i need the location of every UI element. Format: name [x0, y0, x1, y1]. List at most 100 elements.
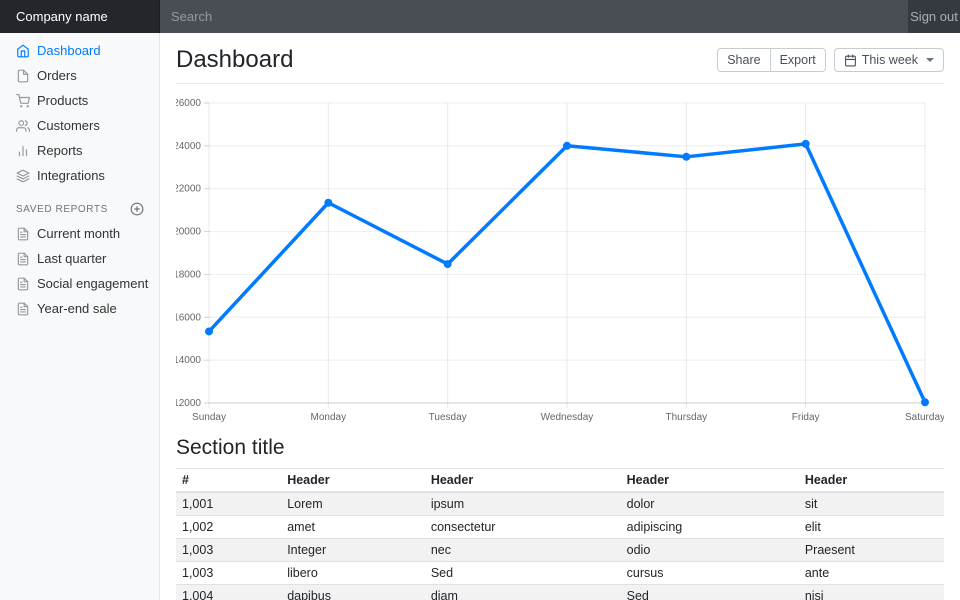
table-cell: amet	[281, 516, 425, 539]
sidebar-item-dashboard[interactable]: Dashboard	[0, 38, 160, 63]
table-cell: cursus	[621, 562, 799, 585]
table-cell: 1,003	[176, 562, 281, 585]
sidebar-item-label: Year-end sale	[37, 301, 117, 316]
table-header-cell: #	[176, 469, 281, 493]
table-cell: Integer	[281, 539, 425, 562]
layers-icon	[16, 169, 30, 183]
sign-out-link[interactable]: Sign out	[908, 0, 960, 33]
axis-tick-label: Sunday	[192, 412, 226, 422]
axis-tick-label: Monday	[311, 412, 347, 422]
sidebar-item-label: Last quarter	[37, 251, 106, 266]
table-cell: libero	[281, 562, 425, 585]
data-table: #HeaderHeaderHeaderHeader 1,001Loremipsu…	[176, 468, 944, 600]
plus-circle-icon	[130, 202, 144, 216]
sidebar-item-reports[interactable]: Reports	[0, 138, 160, 163]
axis-tick-label: 20000	[176, 227, 201, 238]
axis-tick-label: Saturday	[905, 412, 944, 422]
file-text-icon	[16, 277, 30, 291]
axis-tick-label: Thursday	[665, 412, 707, 422]
chart-data-point	[444, 260, 452, 268]
table-cell: Sed	[425, 562, 621, 585]
axis-tick-label: 14000	[176, 355, 201, 366]
week-dropdown-label: This week	[862, 52, 918, 68]
axis-tick-label: 24000	[176, 141, 201, 152]
file-text-icon	[16, 227, 30, 241]
bar-chart-icon	[16, 144, 30, 158]
chart-data-point	[563, 142, 571, 150]
add-report-button[interactable]	[130, 202, 144, 216]
table-header-cell: Header	[425, 469, 621, 493]
file-text-icon	[16, 302, 30, 316]
sidebar-nav: Dashboard Orders Products Customers Reports I…	[0, 38, 160, 188]
table-cell: ante	[799, 562, 944, 585]
search-input[interactable]	[160, 0, 908, 33]
table-cell: Sed	[621, 585, 799, 600]
saved-reports-heading: Saved reports	[0, 188, 160, 221]
table-cell: 1,002	[176, 516, 281, 539]
saved-report-social-engagement[interactable]: Social engagement	[0, 271, 160, 296]
table-cell: adipiscing	[621, 516, 799, 539]
saved-reports-nav: Current month Last quarter Social engageme…	[0, 221, 160, 321]
export-button[interactable]: Export	[770, 48, 826, 72]
table-cell: odio	[621, 539, 799, 562]
page-body: Dashboard Orders Products Customers Reports I…	[0, 33, 960, 600]
table-header-cell: Header	[281, 469, 425, 493]
table-cell: diam	[425, 585, 621, 600]
chart-data-point	[682, 153, 690, 161]
axis-tick-label: 12000	[176, 398, 201, 409]
top-navbar: Company name Sign out	[0, 0, 960, 33]
home-icon	[16, 44, 30, 58]
table-row: 1,004dapibusdiamSednisi	[176, 585, 944, 600]
table-row: 1,001Loremipsumdolorsit	[176, 492, 944, 516]
calendar-icon	[844, 54, 857, 67]
table-cell: nisi	[799, 585, 944, 600]
section-title: Section title	[176, 436, 944, 460]
table-cell: nec	[425, 539, 621, 562]
page-header: Dashboard Share Export This week	[176, 33, 944, 84]
main-content: Dashboard Share Export This week 12000 14…	[160, 33, 960, 600]
axis-tick-label: Wednesday	[541, 412, 594, 422]
sidebar-item-label: Customers	[37, 118, 100, 133]
sidebar-item-label: Reports	[37, 143, 83, 158]
table-cell: dapibus	[281, 585, 425, 600]
table-cell: consectetur	[425, 516, 621, 539]
axis-tick-label: Friday	[792, 412, 820, 422]
table-cell: Lorem	[281, 492, 425, 516]
sidebar-item-orders[interactable]: Orders	[0, 63, 160, 88]
axis-tick-label: 22000	[176, 184, 201, 195]
sidebar-item-label: Integrations	[37, 168, 105, 183]
caret-down-icon	[926, 58, 934, 62]
saved-reports-label: Saved reports	[16, 204, 108, 215]
chart-data-point	[802, 140, 810, 148]
sidebar-item-integrations[interactable]: Integrations	[0, 163, 160, 188]
sidebar-item-products[interactable]: Products	[0, 88, 160, 113]
sidebar-item-customers[interactable]: Customers	[0, 113, 160, 138]
share-export-group: Share Export	[717, 48, 826, 72]
table-cell: Praesent	[799, 539, 944, 562]
share-button[interactable]: Share	[717, 48, 770, 72]
table-cell: 1,004	[176, 585, 281, 600]
saved-report-last-quarter[interactable]: Last quarter	[0, 246, 160, 271]
file-icon	[16, 69, 30, 83]
sidebar-item-label: Current month	[37, 226, 120, 241]
brand[interactable]: Company name	[0, 0, 160, 33]
chart-data-point	[205, 327, 213, 335]
chart-canvas: 1200014000160001800020000220002400026000…	[176, 96, 944, 422]
sidebar-item-label: Products	[37, 93, 88, 108]
table-row: 1,003liberoSedcursusante	[176, 562, 944, 585]
week-dropdown-button[interactable]: This week	[834, 48, 944, 72]
axis-tick-label: Tuesday	[429, 412, 467, 422]
table-cell: dolor	[621, 492, 799, 516]
page-title: Dashboard	[176, 46, 293, 74]
weekly-line-chart: 1200014000160001800020000220002400026000…	[176, 96, 944, 422]
table-cell: sit	[799, 492, 944, 516]
chart-data-point	[324, 199, 332, 207]
saved-report-current-month[interactable]: Current month	[0, 221, 160, 246]
saved-report-year-end-sale[interactable]: Year-end sale	[0, 296, 160, 321]
sidebar-item-label: Dashboard	[37, 43, 101, 58]
sidebar-item-label: Orders	[37, 68, 77, 83]
calendar-icon	[844, 54, 857, 67]
axis-tick-label: 16000	[176, 312, 201, 323]
axis-tick-label: 26000	[176, 98, 201, 109]
users-icon	[16, 119, 30, 133]
